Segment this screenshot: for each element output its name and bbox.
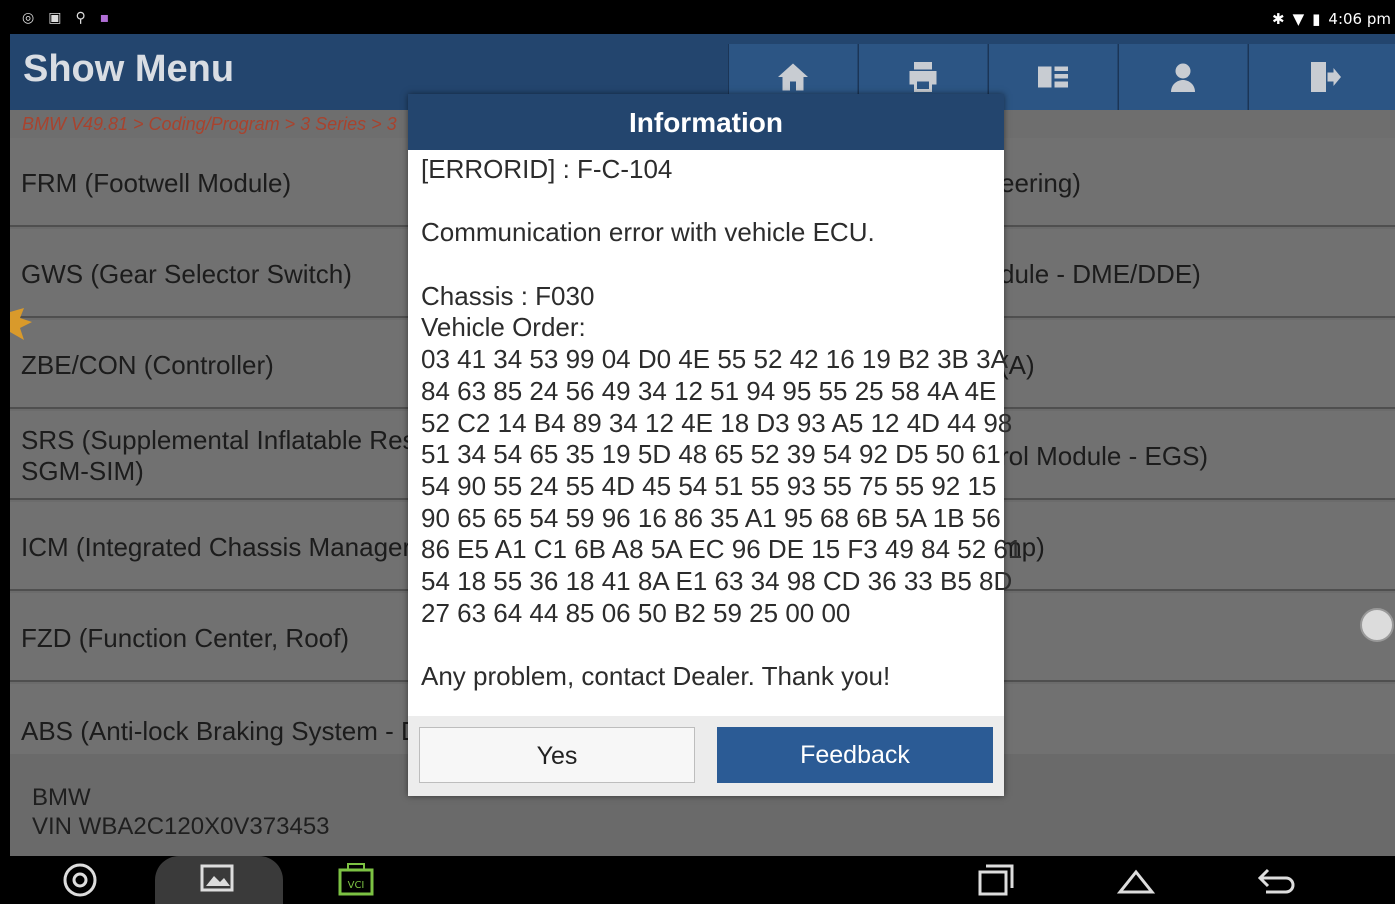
hex-line: 51 34 54 65 35 19 5D 48 65 52 39 54 92 D…	[421, 439, 1001, 470]
hex-line: 54 90 55 24 55 4D 45 54 51 55 93 55 75 5…	[421, 471, 997, 501]
hex-line: 27 63 64 44 85 06 50 B2 59 25 00 00	[421, 597, 851, 628]
hex-line: 54 18 55 36 18 41 8A E1 63 34 98 CD 36 3…	[421, 566, 1013, 597]
modal-overlay: Information [ERRORID] : F-C-104 Communic…	[10, 6, 1395, 904]
hex-line: 90 65 65 54 59 96 16 86 35 A1 95 68 6B 5…	[421, 502, 1001, 533]
dialog-footer: Yes Feedback	[408, 716, 1004, 796]
feedback-button[interactable]: Feedback	[717, 727, 993, 783]
hex-line: 86 E5 A1 C1 6B A8 5A EC 96 DE 15 F3 49 8…	[421, 534, 1023, 565]
dialog-body: [ERRORID] : F-C-104 Communication error …	[421, 154, 1023, 693]
hex-line: 84 63 85 24 56 49 34 12 51 94 95 55 25 5…	[421, 375, 997, 406]
yes-button[interactable]: Yes	[419, 727, 695, 783]
screen: ◎ ▣ ⚲ ▪ ✱ ▼ ▮ 4:06 pm Show Menu BMW V49.…	[10, 6, 1395, 904]
footer-note: Any problem, contact Dealer. Thank you!	[421, 661, 891, 692]
chassis-text: Chassis : F030	[421, 280, 595, 311]
dialog-title: Information	[408, 94, 1004, 150]
hex-line: 52 C2 14 B4 89 34 12 4E 18 D3 93 A5 12 4…	[421, 407, 1013, 438]
error-message: Communication error with vehicle ECU.	[421, 217, 875, 248]
hex-line: 03 41 34 53 99 04 D0 4E 55 52 42 16 19 B…	[421, 344, 1008, 375]
vehicle-order-label: Vehicle Order:	[421, 312, 586, 343]
error-id: [ERRORID] : F-C-104	[421, 154, 673, 184]
information-dialog: Information [ERRORID] : F-C-104 Communic…	[408, 94, 1023, 796]
